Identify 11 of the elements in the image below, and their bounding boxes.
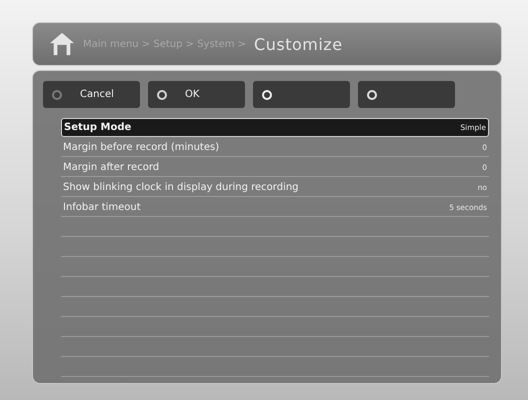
home-icon	[49, 32, 75, 56]
setting-label: Infobar timeout	[63, 202, 141, 212]
setting-label: Setup Mode	[64, 122, 132, 133]
color-key-button[interactable]	[253, 81, 350, 108]
setting-label: Margin after record	[63, 162, 160, 172]
action-button[interactable]: OK	[148, 81, 245, 108]
setting-label: Margin before record (minutes)	[63, 142, 220, 152]
screen-title: Customize	[254, 34, 343, 54]
setting-label: Show blinking clock in display during recording	[63, 182, 299, 192]
color-key-button[interactable]	[358, 81, 455, 108]
action-button[interactable]: Cancel	[43, 81, 140, 108]
